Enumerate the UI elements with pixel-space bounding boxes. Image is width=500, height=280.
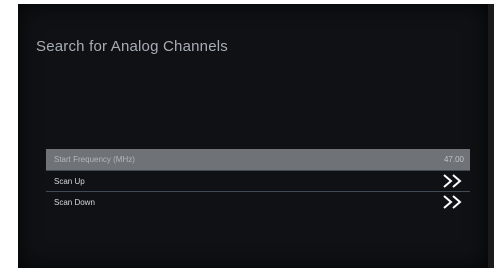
double-chevron-right-icon [443,174,462,188]
channel-search-menu: Start Frequency (MHz) 47.00 Scan Up Scan… [46,149,470,212]
menu-item-label: Scan Up [54,176,85,186]
page-title: Search for Analog Channels [36,38,228,55]
screen-bezel [488,4,494,268]
menu-item-label: Scan Down [54,197,95,207]
double-chevron-right-icon [443,195,462,209]
menu-item-scan-down[interactable]: Scan Down [46,191,470,212]
menu-item-label: Start Frequency (MHz) [54,155,135,164]
menu-item-scan-up[interactable]: Scan Up [46,170,470,191]
frequency-value: 47.00 [443,155,464,164]
menu-item-start-frequency[interactable]: Start Frequency (MHz) 47.00 [46,149,470,170]
tv-screen: Search for Analog Channels Start Frequen… [18,4,488,268]
